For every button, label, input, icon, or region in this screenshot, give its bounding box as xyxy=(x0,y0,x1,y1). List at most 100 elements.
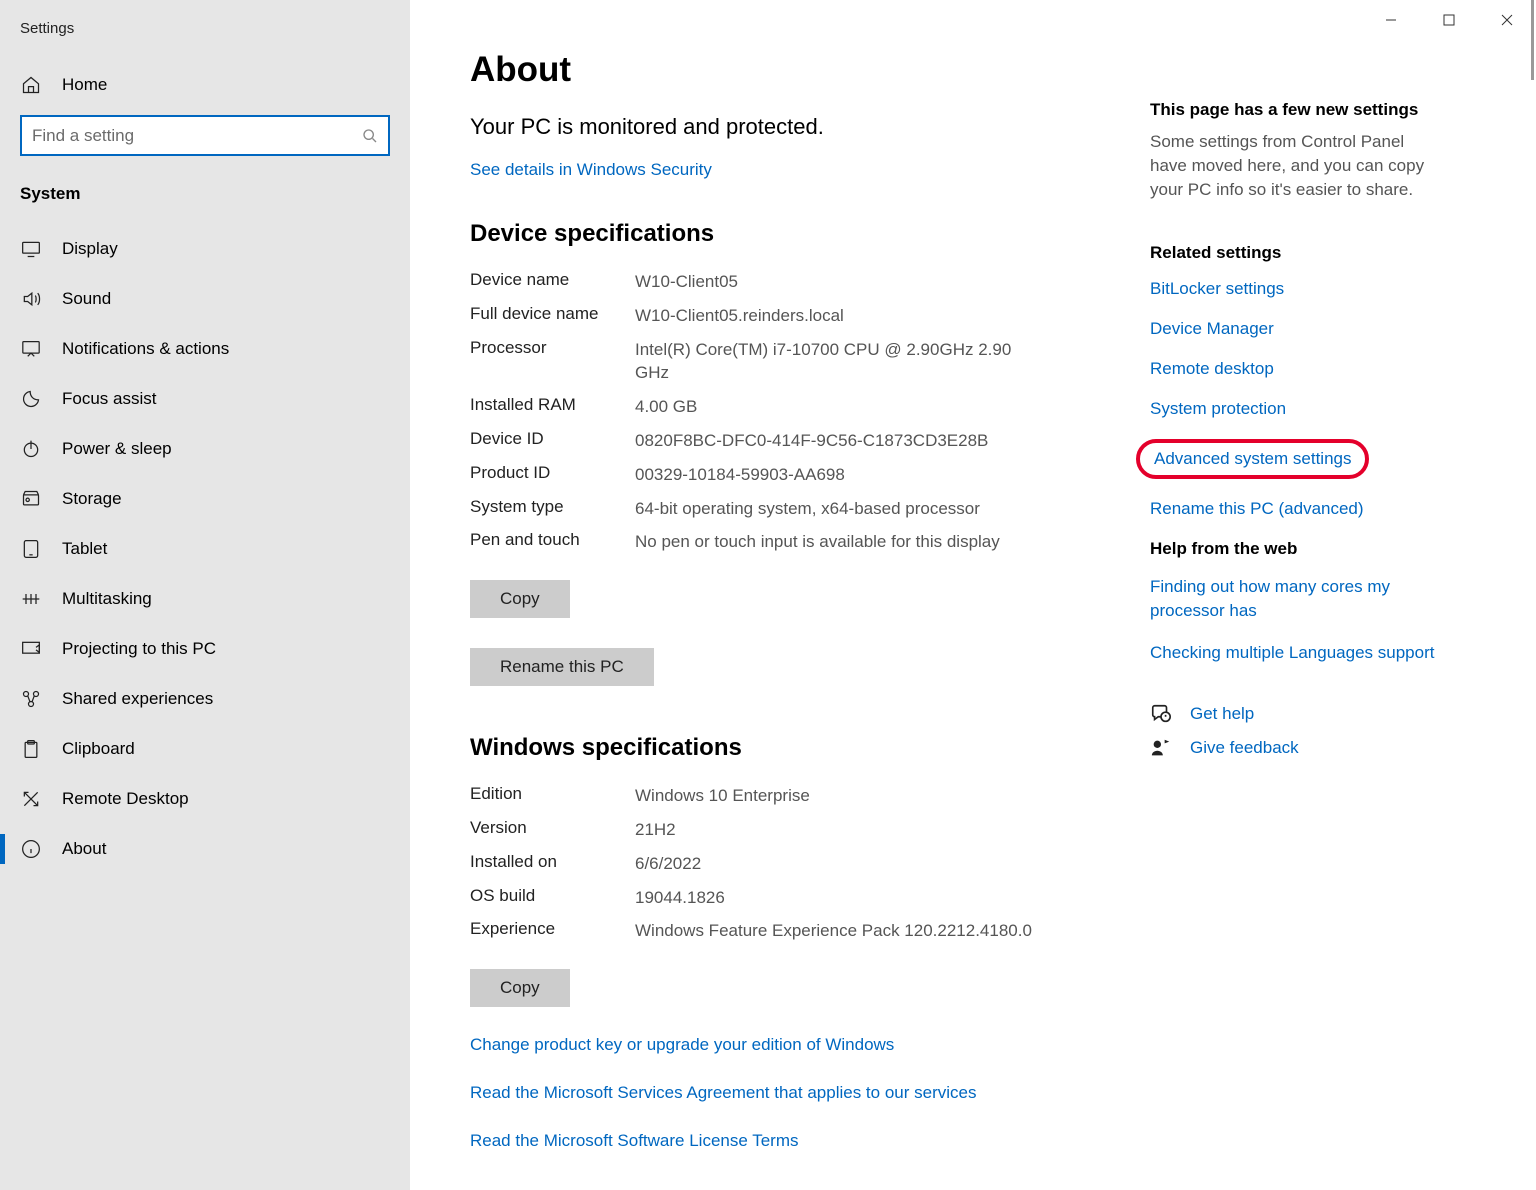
spec-val: 00329-10184-59903-AA698 xyxy=(635,463,845,487)
minimize-button[interactable] xyxy=(1362,0,1420,40)
sidebar-item-label: Storage xyxy=(62,489,122,509)
maximize-button[interactable] xyxy=(1420,0,1478,40)
clipboard-icon xyxy=(20,739,42,759)
sidebar-item-sound[interactable]: Sound xyxy=(0,274,410,324)
spec-key: Device name xyxy=(470,270,635,294)
product-key-link[interactable]: Change product key or upgrade your editi… xyxy=(470,1035,1150,1055)
sound-icon xyxy=(20,289,42,309)
close-button[interactable] xyxy=(1478,0,1536,40)
get-help-label: Get help xyxy=(1190,704,1254,724)
sidebar-item-label: Sound xyxy=(62,289,111,309)
home-icon xyxy=(20,75,42,95)
storage-icon xyxy=(20,489,42,509)
protected-status: Your PC is monitored and protected. xyxy=(470,114,1150,140)
copy-device-button[interactable]: Copy xyxy=(470,580,570,618)
sidebar-item-focus[interactable]: Focus assist xyxy=(0,374,410,424)
device-spec-heading: Device specifications xyxy=(470,220,1150,248)
spec-val: W10-Client05 xyxy=(635,270,738,294)
sidebar-item-power[interactable]: Power & sleep xyxy=(0,424,410,474)
spec-val: No pen or touch input is available for t… xyxy=(635,530,1000,554)
sidebar-item-label: Clipboard xyxy=(62,739,135,759)
sidebar-item-remote[interactable]: Remote Desktop xyxy=(0,774,410,824)
sidebar-item-label: Remote Desktop xyxy=(62,789,189,809)
help-link-cores[interactable]: Finding out how many cores my processor … xyxy=(1150,575,1440,623)
spec-val: W10-Client05.reinders.local xyxy=(635,304,844,328)
scrollbar-thumb[interactable] xyxy=(1531,0,1534,80)
spec-val: 0820F8BC-DFC0-414F-9C56-C1873CD3E28B xyxy=(635,429,988,453)
sidebar-item-label: About xyxy=(62,839,106,859)
spec-key: Experience xyxy=(470,919,635,943)
sidebar-item-tablet[interactable]: Tablet xyxy=(0,524,410,574)
sidebar-item-projecting[interactable]: Projecting to this PC xyxy=(0,624,410,674)
tablet-icon xyxy=(20,539,42,559)
spec-key: Pen and touch xyxy=(470,530,635,554)
sidebar-home[interactable]: Home xyxy=(0,65,410,105)
remote-icon xyxy=(20,789,42,809)
related-link-bitlocker[interactable]: BitLocker settings xyxy=(1150,279,1440,299)
search-icon xyxy=(362,128,378,144)
sidebar: Settings Home System Display Sound Notif… xyxy=(0,0,410,1190)
projecting-icon xyxy=(20,640,42,658)
give-feedback-link[interactable]: Give feedback xyxy=(1150,737,1440,759)
sidebar-item-label: Power & sleep xyxy=(62,439,172,459)
window-controls xyxy=(1362,0,1536,40)
spec-key: Device ID xyxy=(470,429,635,453)
sidebar-item-label: Multitasking xyxy=(62,589,152,609)
rename-pc-button[interactable]: Rename this PC xyxy=(470,648,654,686)
license-terms-link[interactable]: Read the Microsoft Software License Term… xyxy=(470,1131,1150,1151)
copy-windows-button[interactable]: Copy xyxy=(470,969,570,1007)
spec-val: 6/6/2022 xyxy=(635,852,701,876)
new-settings-heading: This page has a few new settings xyxy=(1150,100,1440,120)
sidebar-item-label: Notifications & actions xyxy=(62,339,229,359)
about-icon xyxy=(20,839,42,859)
sidebar-item-shared[interactable]: Shared experiences xyxy=(0,674,410,724)
spec-key: Product ID xyxy=(470,463,635,487)
related-link-advanced-system[interactable]: Advanced system settings xyxy=(1136,439,1369,479)
services-agreement-link[interactable]: Read the Microsoft Services Agreement th… xyxy=(470,1083,1150,1103)
sidebar-section-label: System xyxy=(0,178,410,224)
related-heading: Related settings xyxy=(1150,243,1440,263)
sidebar-item-display[interactable]: Display xyxy=(0,224,410,274)
sidebar-item-label: Tablet xyxy=(62,539,107,559)
spec-key: Processor xyxy=(470,338,635,386)
search-input[interactable] xyxy=(20,115,390,156)
security-link[interactable]: See details in Windows Security xyxy=(470,160,712,180)
power-icon xyxy=(20,439,42,459)
sidebar-item-label: Focus assist xyxy=(62,389,156,409)
spec-key: Version xyxy=(470,818,635,842)
sidebar-item-label: Display xyxy=(62,239,118,259)
notifications-icon xyxy=(20,340,42,358)
shared-icon xyxy=(20,689,42,709)
new-settings-text: Some settings from Control Panel have mo… xyxy=(1150,130,1440,201)
spec-val: 21H2 xyxy=(635,818,676,842)
spec-val: Intel(R) Core(TM) i7-10700 CPU @ 2.90GHz… xyxy=(635,338,1035,386)
related-link-device-manager[interactable]: Device Manager xyxy=(1150,319,1440,339)
main-content: About Your PC is monitored and protected… xyxy=(470,50,1150,1150)
sidebar-item-label: Projecting to this PC xyxy=(62,639,216,659)
related-link-rename-advanced[interactable]: Rename this PC (advanced) xyxy=(1150,499,1440,519)
search-wrap xyxy=(20,115,390,156)
sidebar-item-multitasking[interactable]: Multitasking xyxy=(0,574,410,624)
sidebar-item-storage[interactable]: Storage xyxy=(0,474,410,524)
spec-key: Edition xyxy=(470,784,635,808)
sidebar-item-clipboard[interactable]: Clipboard xyxy=(0,724,410,774)
spec-val: Windows 10 Enterprise xyxy=(635,784,810,808)
get-help-link[interactable]: Get help xyxy=(1150,703,1440,725)
feedback-icon xyxy=(1150,737,1172,759)
right-rail: This page has a few new settings Some se… xyxy=(1150,50,1460,1150)
related-link-remote-desktop[interactable]: Remote desktop xyxy=(1150,359,1440,379)
feedback-label: Give feedback xyxy=(1190,738,1299,758)
help-link-languages[interactable]: Checking multiple Languages support xyxy=(1150,643,1440,663)
help-heading: Help from the web xyxy=(1150,539,1440,559)
home-label: Home xyxy=(62,75,107,95)
spec-key: System type xyxy=(470,497,635,521)
spec-val: 64-bit operating system, x64-based proce… xyxy=(635,497,980,521)
multitasking-icon xyxy=(20,590,42,608)
sidebar-item-notifications[interactable]: Notifications & actions xyxy=(0,324,410,374)
related-link-system-protection[interactable]: System protection xyxy=(1150,399,1440,419)
spec-key: Installed on xyxy=(470,852,635,876)
sidebar-item-label: Shared experiences xyxy=(62,689,213,709)
spec-key: Full device name xyxy=(470,304,635,328)
sidebar-item-about[interactable]: About xyxy=(0,824,410,874)
spec-val: 4.00 GB xyxy=(635,395,697,419)
